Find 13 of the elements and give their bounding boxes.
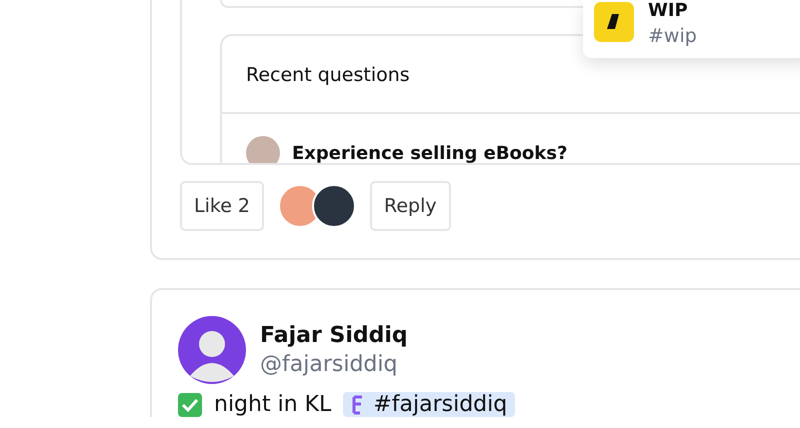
question-link[interactable]: Experience selling eBooks?: [292, 142, 568, 163]
avatar-icon: [178, 316, 246, 384]
post-text: night in KL: [214, 392, 332, 417]
check-icon: [178, 392, 202, 416]
channel-tag: #wip: [648, 25, 697, 47]
hashtag-chip[interactable]: #fajarsiddiq: [343, 392, 516, 417]
like-button[interactable]: Like 2: [180, 181, 264, 231]
slash-logo-icon: [594, 2, 634, 42]
avatar-icon: [246, 136, 280, 163]
reply-button[interactable]: Reply: [370, 181, 451, 231]
author-name[interactable]: Fajar Siddiq: [260, 323, 408, 348]
channel-name: WIP: [648, 0, 689, 21]
author-handle[interactable]: @fajarsiddiq: [260, 352, 408, 377]
